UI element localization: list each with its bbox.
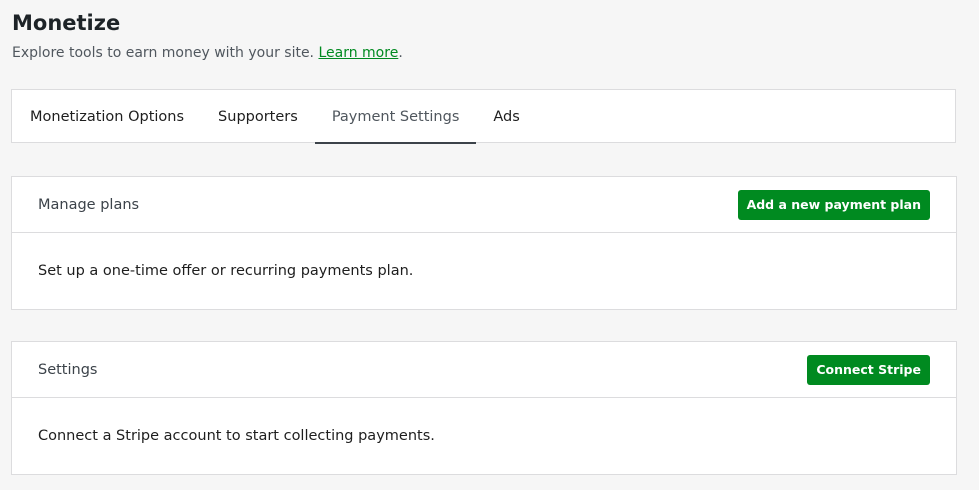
add-payment-plan-button[interactable]: Add a new payment plan [737, 189, 930, 220]
subtitle-period: . [398, 45, 403, 61]
subtitle-text: Explore tools to earn money with your si… [12, 45, 315, 61]
tab-bar: Monetization Options Supporters Payment … [11, 89, 956, 144]
tab-supporters[interactable]: Supporters [201, 90, 315, 143]
manage-plans-description: Set up a one-time offer or recurring pay… [38, 263, 414, 279]
tab-list: Monetization Options Supporters Payment … [12, 90, 955, 144]
manage-plans-body: Set up a one-time offer or recurring pay… [12, 233, 956, 309]
tab-monetization-options[interactable]: Monetization Options [13, 90, 201, 143]
settings-description: Connect a Stripe account to start collec… [38, 428, 435, 444]
page-subtitle: Explore tools to earn money with your si… [12, 43, 403, 63]
settings-header: Settings Connect Stripe [12, 342, 956, 398]
settings-title: Settings [38, 361, 98, 378]
manage-plans-header: Manage plans Add a new payment plan [12, 177, 956, 233]
tab-payment-settings[interactable]: Payment Settings [314, 90, 477, 144]
tab-ads[interactable]: Ads [476, 90, 536, 143]
manage-plans-card: Manage plans Add a new payment plan Set … [11, 176, 957, 310]
manage-plans-title: Manage plans [38, 196, 140, 213]
settings-body: Connect a Stripe account to start collec… [12, 398, 956, 474]
connect-stripe-button[interactable]: Connect Stripe [807, 354, 930, 385]
page-title: Monetize [12, 11, 121, 35]
settings-card: Settings Connect Stripe Connect a Stripe… [11, 341, 957, 475]
learn-more-link[interactable]: Learn more [318, 45, 398, 61]
